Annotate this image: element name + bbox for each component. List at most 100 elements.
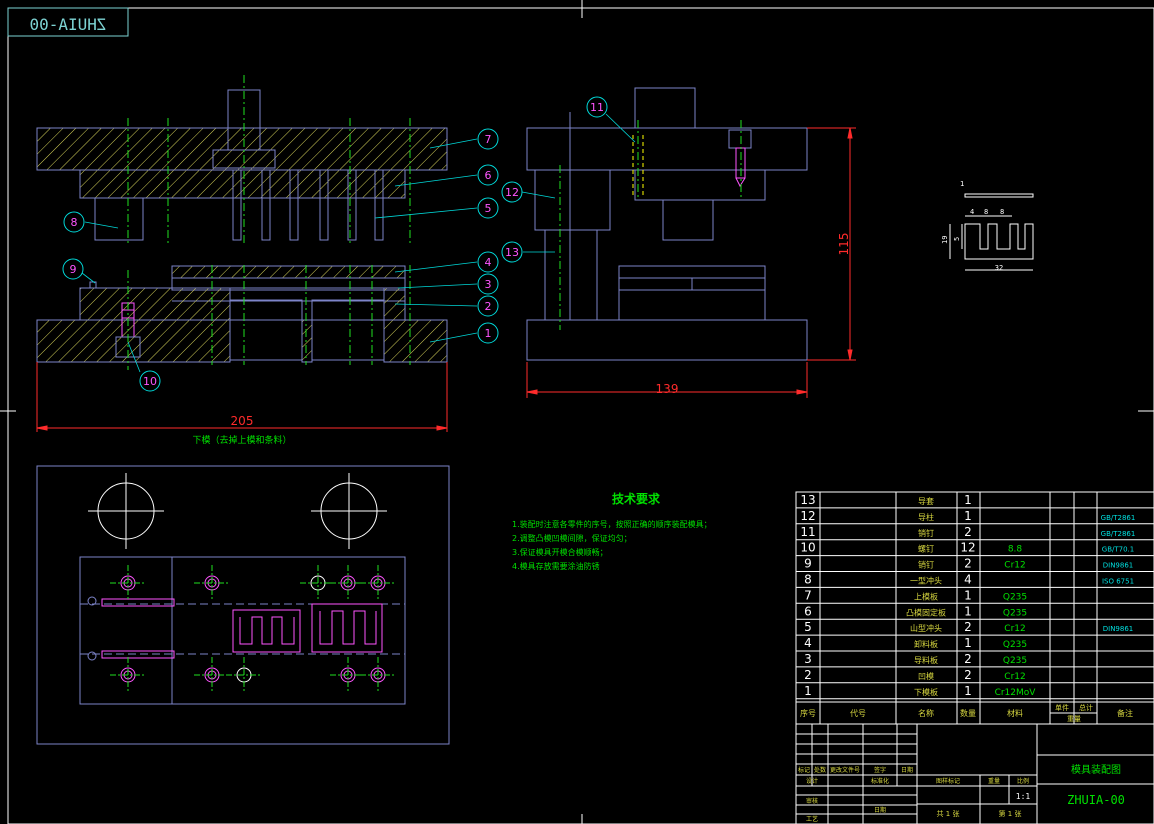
svg-text:第 1 张: 第 1 张	[999, 809, 1022, 818]
balloon-13: 13	[501, 241, 523, 263]
bom-row: 8 一型冲头 4 ISO 6751	[796, 573, 1154, 588]
bom-row: 7 上模板 1 Q235	[796, 588, 1154, 604]
drawing-code: ZHUIA-00	[1067, 793, 1125, 807]
bom-cell: 导柱	[918, 512, 934, 522]
svg-text:序号: 序号	[800, 708, 816, 718]
svg-text:代号: 代号	[850, 708, 866, 718]
svg-text:签字: 签字	[874, 766, 886, 774]
svg-text:8: 8	[1000, 208, 1004, 216]
bom-cell: 1	[964, 636, 972, 650]
bom-cell: Q235	[1003, 608, 1027, 618]
cad-drawing-canvas: ZHUIA-00 205 下模（去掉上模和条料） 139 115 1 4 8 8…	[0, 0, 1154, 824]
svg-text:重量: 重量	[1067, 715, 1081, 723]
svg-text:设计: 设计	[806, 777, 818, 785]
bom-cell: ISO 6751	[1102, 578, 1134, 586]
bom-row: 10 螺钉 12 8.8 GB/T70.1	[796, 541, 1154, 557]
svg-text:处数: 处数	[814, 766, 826, 774]
balloon-5: 5	[477, 197, 499, 219]
bom-row: 4 卸料板 1 Q235	[796, 636, 1154, 652]
bom-cell: 9	[804, 557, 812, 571]
bom-cell: 凸模固定板	[906, 607, 946, 617]
bom-cell: 螺钉	[918, 544, 934, 554]
svg-text:数量: 数量	[960, 708, 976, 718]
svg-text:审核: 审核	[806, 797, 818, 805]
stamp-code: ZHUIA-00	[29, 15, 106, 34]
dim-side-height: 115	[837, 233, 851, 256]
svg-text:更改文件号: 更改文件号	[830, 766, 860, 774]
front-view: 205 下模（去掉上模和条料）	[36, 75, 448, 446]
bom-cell: 1	[964, 588, 972, 602]
balloon-label: 5	[485, 202, 492, 215]
bom-cell: DIN9861	[1103, 625, 1134, 633]
svg-text:32: 32	[995, 264, 1003, 272]
bom-cell: 12	[960, 541, 975, 555]
bom-cell: 上模板	[914, 591, 938, 601]
bom-row: 11 销钉 2 GB/T2861	[796, 525, 1154, 541]
technical-notes: 技术要求 1.装配时注意各零件的序号，按照正确的顺序装配模具； 2.调整凸模凹模间…	[512, 491, 712, 571]
bom-cell: 7	[804, 588, 812, 602]
svg-text:8: 8	[984, 208, 988, 216]
bom-cell: 1	[964, 684, 972, 698]
balloon-1: 1	[477, 322, 499, 344]
balloon-4: 4	[477, 251, 499, 273]
balloon-label: 2	[485, 300, 492, 313]
bom-cell: 2	[964, 620, 972, 634]
side-screw	[728, 129, 752, 188]
bom-cell: 5	[804, 620, 812, 634]
bom-cell: 13	[800, 493, 815, 507]
svg-text:工艺: 工艺	[806, 815, 818, 823]
bom-row: 13 导套 1	[796, 493, 1154, 509]
balloon-label: 8	[71, 216, 78, 229]
plan-bolt-holes	[120, 575, 386, 683]
svg-text:单件: 单件	[1055, 703, 1069, 712]
bom-cell: 卸料板	[914, 639, 938, 649]
bom-row: 1 下模板 1 Cr12MoV	[796, 684, 1154, 700]
bom-cell: Cr12	[1004, 624, 1025, 634]
bom-rows: 13 导套 112 导柱 1 GB/T286111 销钉 2 GB/T286110 螺钉 12 8.8…	[796, 493, 1154, 700]
balloon-3: 3	[477, 273, 499, 295]
svg-text:日期: 日期	[901, 766, 913, 774]
bom-cell: 2	[964, 668, 972, 682]
bom-cell: 4	[964, 573, 972, 587]
bom-cell: 凹模	[918, 671, 934, 681]
lower-die-plate	[36, 287, 448, 363]
svg-text:材料: 材料	[1007, 708, 1023, 718]
bom-cell: 1	[804, 684, 812, 698]
bom-cell: 3	[804, 652, 812, 666]
bom-cell: 2	[964, 525, 972, 539]
bom-cell: 导料板	[914, 655, 938, 665]
balloon-label: 9	[70, 263, 77, 276]
bom-row: 12 导柱 1 GB/T2861	[796, 509, 1154, 525]
dim-front-width: 205	[231, 414, 254, 428]
svg-text:备注: 备注	[1117, 708, 1133, 718]
bom-cell: 销钉	[918, 560, 934, 570]
svg-text:总计: 总计	[1079, 703, 1093, 712]
plan-view	[36, 465, 450, 745]
notes-title: 技术要求	[612, 491, 661, 506]
bom-row: 5 山型冲头 2 Cr12 DIN9861	[796, 620, 1154, 636]
svg-text:图样标记: 图样标记	[936, 777, 960, 785]
bom-cell: GB/T2861	[1101, 514, 1136, 522]
svg-text:5: 5	[953, 237, 961, 241]
balloon-label: 3	[485, 278, 492, 291]
part-detail: 1 4 8 8 19 5 32	[941, 180, 1034, 272]
bom-cell: 10	[800, 541, 815, 555]
bom-cell: 11	[800, 525, 815, 539]
svg-text:19: 19	[941, 236, 949, 244]
bom-row: 6 凸模固定板 1 Q235	[796, 604, 1154, 620]
bom-row: 9 销钉 2 Cr12 DIN9861	[796, 557, 1154, 572]
svg-text:日期: 日期	[874, 806, 886, 814]
bom-cell: 6	[804, 604, 812, 618]
balloon-10: 10	[139, 370, 161, 392]
svg-text:标记: 标记	[798, 766, 810, 774]
bom-cell: 1	[964, 493, 972, 507]
bom-cell: 1	[964, 604, 972, 618]
balloon-6: 6	[477, 164, 499, 186]
svg-text:重量: 重量	[988, 777, 1000, 785]
svg-text:共 1 张: 共 1 张	[937, 809, 960, 818]
balloon-8: 8	[63, 211, 85, 233]
bom-cell: GB/T2861	[1101, 530, 1136, 538]
svg-text:名称: 名称	[918, 708, 934, 718]
svg-text:4: 4	[970, 208, 974, 216]
bom-cell: Cr12	[1004, 672, 1025, 682]
